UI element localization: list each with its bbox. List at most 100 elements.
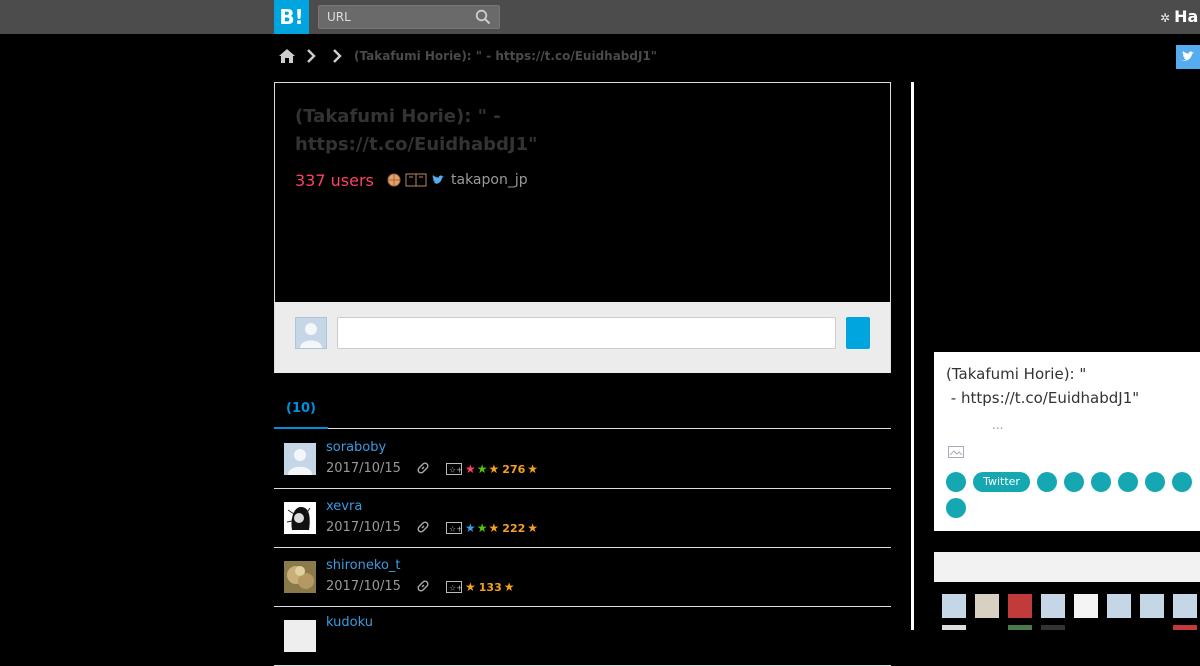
sidebar-section-header	[934, 552, 1200, 582]
bookmark-username[interactable]: soraboby	[326, 440, 386, 455]
star-count[interactable]: 222	[502, 522, 525, 535]
globe-icon	[387, 173, 401, 187]
sidebar-entry-title[interactable]: (Takafumi Horie): " - https://t.co/Euidh…	[946, 362, 1200, 410]
star-icon[interactable]: ★	[465, 580, 476, 594]
my-avatar	[295, 317, 327, 349]
avatar[interactable]	[284, 620, 316, 652]
tag-dot[interactable]	[1145, 472, 1165, 492]
home-icon[interactable]	[278, 47, 296, 65]
star-count[interactable]: 133	[479, 581, 502, 594]
search-box	[318, 5, 500, 29]
avatar[interactable]	[942, 625, 966, 630]
star-count[interactable]: 276	[502, 463, 525, 476]
star-icon[interactable]: ★	[465, 521, 476, 535]
bookmark-tabs: (10)	[274, 396, 891, 429]
source-user[interactable]: takapon_jp	[451, 172, 528, 188]
chevron-right-icon	[307, 49, 316, 63]
tag-dot[interactable]	[1064, 472, 1084, 492]
entry-title[interactable]: (Takafumi Horie): " - https://t.co/Euidh…	[295, 103, 855, 159]
related-users-avatars	[934, 594, 1200, 630]
avatar[interactable]	[1008, 625, 1032, 630]
user-avatar-image	[284, 502, 316, 534]
hatena-bookmark-logo[interactable]: B!	[274, 0, 309, 34]
sidebar-ellipsis: ...	[992, 418, 1004, 432]
star-icon[interactable]: ★	[489, 521, 500, 535]
avatar[interactable]	[1173, 625, 1197, 630]
default-user-icon	[284, 443, 316, 475]
svg-text:☆+: ☆+	[449, 584, 462, 593]
star-group: ☆+ ★ ★ ★ 276 ★	[446, 462, 539, 476]
twitter-bird-icon	[432, 175, 444, 184]
star-icon[interactable]: ★	[489, 462, 500, 476]
list-item: kudoku	[274, 607, 891, 666]
bookmark-list: soraboby 2017/10/15 ☆+ ★ ★ ★ 276 ★ xevra…	[274, 430, 891, 666]
avatar[interactable]	[1107, 594, 1131, 618]
search-icon[interactable]	[475, 9, 491, 25]
avatar[interactable]	[284, 561, 316, 593]
list-item: soraboby 2017/10/15 ☆+ ★ ★ ★ 276 ★	[274, 430, 891, 489]
star-icon[interactable]: ★	[527, 462, 538, 476]
tag-dot[interactable]	[946, 498, 966, 518]
search-input[interactable]	[319, 6, 469, 28]
star-group: ☆+ ★ 133 ★	[446, 580, 516, 594]
comment-area	[275, 302, 890, 373]
avatar[interactable]	[942, 594, 966, 618]
avatar[interactable]	[284, 443, 316, 475]
user-avatar-image	[284, 561, 316, 593]
link-icon[interactable]	[416, 579, 430, 593]
bookmark-username[interactable]: shironeko_t	[326, 558, 401, 573]
bookmark-submit-button[interactable]	[846, 317, 870, 349]
star-icon[interactable]: ★	[527, 521, 538, 535]
avatar[interactable]	[1041, 625, 1065, 630]
svg-text:☆+: ☆+	[449, 466, 462, 475]
bookmark-date[interactable]: 2017/10/15	[326, 461, 401, 476]
avatar[interactable]	[1140, 594, 1164, 618]
svg-text:☆+: ☆+	[449, 525, 462, 534]
avatar[interactable]	[284, 502, 316, 534]
add-star-icon[interactable]: ☆+	[446, 463, 462, 475]
bookmark-username[interactable]: kudoku	[326, 615, 373, 630]
star-group: ☆+ ★ ★ ★ 222 ★	[446, 521, 539, 535]
twitter-share-button[interactable]	[1176, 45, 1200, 69]
entry-meta: takapon_jp	[387, 172, 528, 188]
column-divider	[911, 82, 914, 630]
tag-dot[interactable]	[1091, 472, 1111, 492]
star-icon[interactable]: ★	[477, 462, 488, 476]
list-item: xevra 2017/10/15 ☆+ ★ ★ ★ 222 ★	[274, 489, 891, 548]
breadcrumb-title: (Takafumi Horie): " - https://t.co/Euidh…	[354, 49, 658, 63]
comment-input[interactable]	[337, 317, 836, 349]
default-user-icon	[300, 323, 322, 348]
bookmark-date[interactable]: 2017/10/15	[326, 579, 401, 594]
sidebar-entry-panel: (Takafumi Horie): " - https://t.co/Euidh…	[934, 352, 1200, 531]
tag-dot[interactable]	[1037, 472, 1057, 492]
bookmark-username[interactable]: xevra	[326, 499, 362, 514]
twitter-bird-icon	[1181, 51, 1194, 61]
link-icon[interactable]	[416, 520, 430, 534]
avatar[interactable]	[1173, 594, 1197, 618]
add-star-icon[interactable]: ☆+	[446, 581, 462, 593]
entry-card: (Takafumi Horie): " - https://t.co/Euidh…	[274, 82, 891, 373]
bookmark-date[interactable]: 2017/10/15	[326, 520, 401, 535]
chevron-right-icon	[333, 49, 342, 63]
star-icon[interactable]: ★	[477, 521, 488, 535]
bookmark-users-count[interactable]: 337 users	[295, 171, 374, 190]
reader-view-icon[interactable]	[405, 173, 427, 187]
hatena-brand-text: Ha	[1174, 7, 1199, 26]
tag-dot[interactable]	[946, 472, 966, 492]
broken-image-icon	[948, 446, 964, 458]
list-item: shironeko_t 2017/10/15 ☆+ ★ 133 ★	[274, 548, 891, 607]
star-icon[interactable]: ★	[465, 462, 476, 476]
tag-twitter[interactable]: Twitter	[973, 472, 1030, 492]
tag-dot[interactable]	[1172, 472, 1192, 492]
avatar[interactable]	[1041, 594, 1065, 618]
avatar[interactable]	[1074, 594, 1098, 618]
star-icon[interactable]: ★	[504, 580, 515, 594]
tab-comments[interactable]: (10)	[274, 396, 328, 429]
hatena-brand[interactable]: ✲ Ha	[1160, 7, 1198, 26]
link-icon[interactable]	[416, 461, 430, 475]
hatena-mark-icon: ✲	[1160, 11, 1171, 25]
tag-dot[interactable]	[1118, 472, 1138, 492]
add-star-icon[interactable]: ☆+	[446, 522, 462, 534]
avatar[interactable]	[1008, 594, 1032, 618]
avatar[interactable]	[975, 594, 999, 618]
